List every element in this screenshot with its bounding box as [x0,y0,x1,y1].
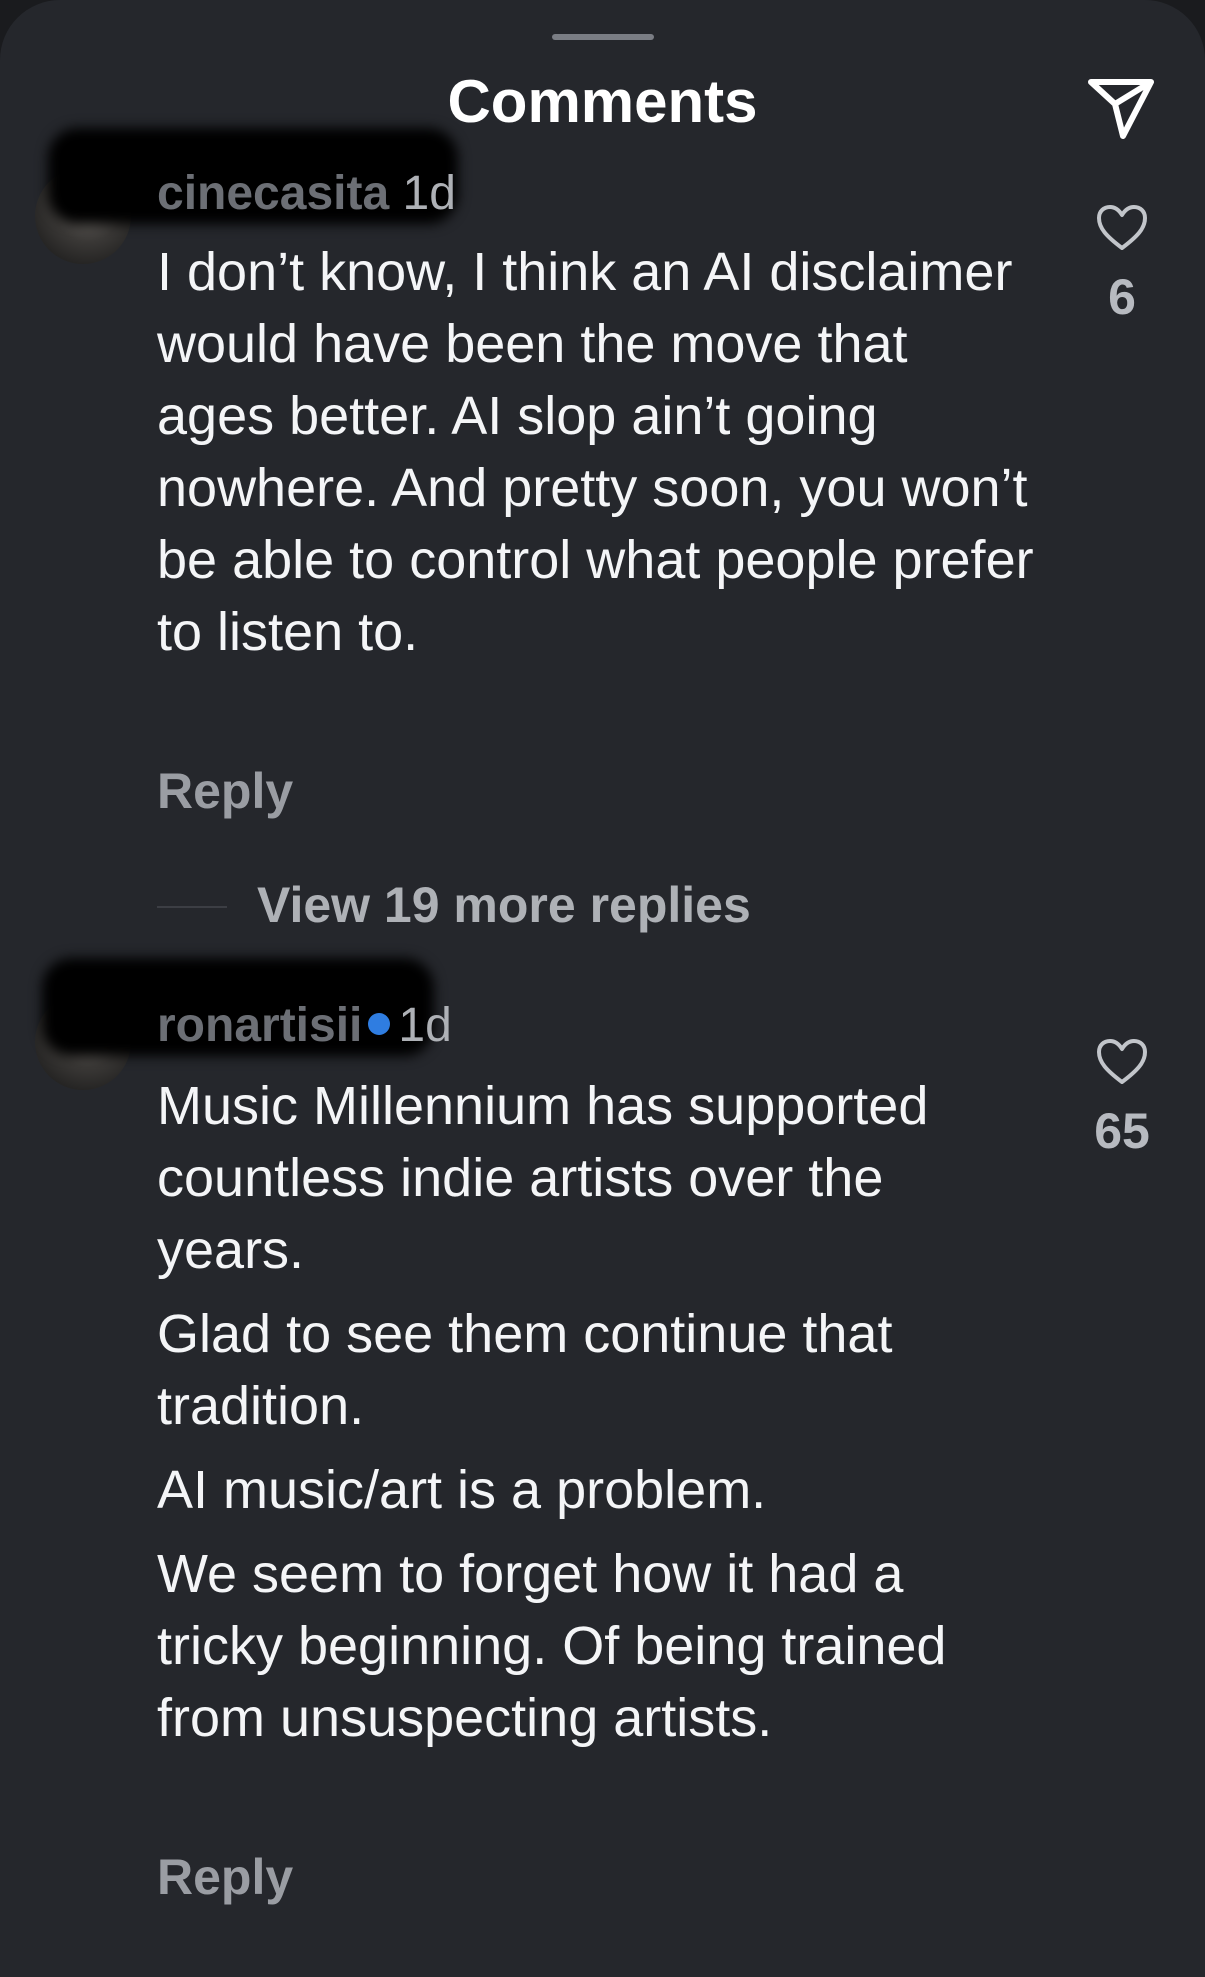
comment-paragraph: We seem to forget how it had a tricky be… [157,1544,947,1748]
comment-time: 1d [398,999,452,1052]
comment-paragraph: Glad to see them continue that tradition… [157,1304,893,1436]
view-more-replies-label: View 19 more replies [257,877,751,933]
like-count: 65 [1094,1103,1150,1159]
reply-button[interactable]: Reply [157,762,293,820]
comment-paragraph: I don’t know, I think an AI disclaimer w… [157,242,1034,662]
comment-paragraph: Music Millennium has supported countless… [157,1076,929,1280]
comment-meta: cinecasita 1d [157,166,456,222]
sheet-grabber[interactable] [552,34,654,40]
send-icon [1088,79,1154,139]
comment-username[interactable]: ronartisii [157,999,362,1052]
verified-badge-icon [368,1013,391,1036]
comments-sheet: Comments cinecasita 1d I don’t know, I t… [0,0,1205,1977]
comment-time: 1d [402,167,456,220]
reply-button[interactable]: Reply [157,1848,293,1906]
share-button[interactable] [1085,74,1157,142]
comment-meta: ronartisii 1d [157,998,452,1054]
like-count: 6 [1108,269,1136,325]
comment-paragraph: AI music/art is a problem. [157,1460,767,1520]
thread-line [157,906,227,908]
comment-body: I don’t know, I think an AI disclaimer w… [157,236,1037,680]
comment-username[interactable]: cinecasita [157,167,389,220]
like-control: 6 [1082,204,1162,326]
heart-icon[interactable] [1096,1038,1148,1086]
heart-icon[interactable] [1096,204,1148,252]
comment-body: Music Millennium has supported countless… [157,1070,1037,1766]
like-control: 65 [1082,1038,1162,1160]
